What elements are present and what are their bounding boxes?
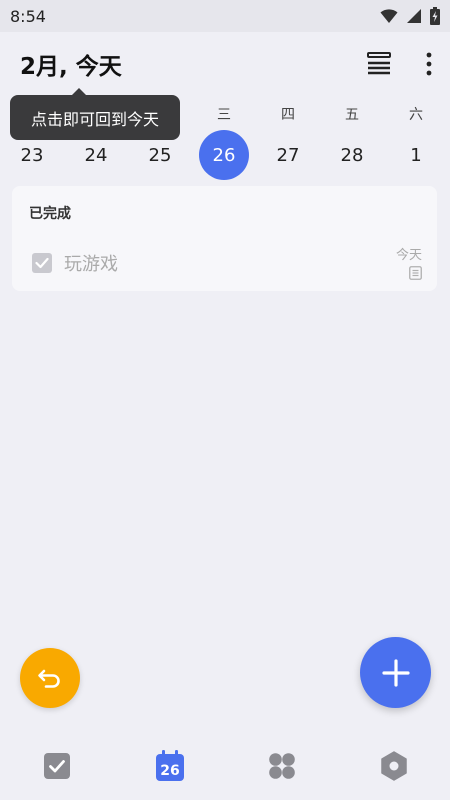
battery-icon [430, 7, 440, 25]
nav-widgets[interactable] [262, 746, 302, 786]
cellular-signal-icon [407, 9, 421, 23]
header-actions [366, 50, 432, 78]
day-number-selected: 26 [199, 130, 249, 180]
more-options-icon[interactable] [426, 52, 432, 76]
weekday-label: 三 [217, 107, 231, 123]
calendar-icon: 26 [156, 750, 184, 781]
note-icon [409, 266, 422, 280]
check-icon [35, 257, 49, 269]
nav-calendar[interactable]: 26 [150, 746, 190, 786]
day-number: 28 [340, 144, 364, 166]
four-leaf-grid-icon [269, 753, 295, 779]
task-meta: 今天 [396, 244, 422, 280]
page-title: 2月, 今天 [20, 54, 122, 80]
task-date: 今天 [395, 248, 422, 263]
task-item[interactable]: 玩游戏 [32, 250, 118, 276]
bottom-nav: 26 [0, 730, 450, 800]
weekday-label: 五 [345, 107, 359, 123]
undo-button[interactable] [20, 648, 80, 708]
status-bar: 8:54 [0, 0, 450, 32]
completed-section-title: 已完成 [29, 206, 71, 222]
add-task-button[interactable] [360, 637, 431, 708]
plus-icon [381, 658, 410, 687]
task-checkbox[interactable] [32, 253, 52, 273]
weekday-label: 四 [281, 107, 295, 123]
settings-hexagon-icon [381, 751, 407, 781]
nav-settings[interactable] [374, 746, 414, 786]
back-to-today-tooltip: 点击即可回到今天 [10, 88, 180, 140]
day-number: 27 [276, 144, 300, 166]
completed-section: 已完成 玩游戏 今天 [12, 186, 437, 291]
nav-tasks[interactable] [37, 746, 77, 786]
status-icons [380, 7, 440, 25]
day-cell[interactable]: 五 28 [320, 100, 384, 185]
day-cell[interactable]: 四 27 [256, 100, 320, 185]
day-cell-selected[interactable]: 三 26 [192, 100, 256, 185]
view-toggle-icon[interactable] [366, 50, 392, 78]
status-time: 8:54 [10, 6, 46, 26]
wifi-icon [380, 9, 398, 23]
day-number: 1 [410, 144, 422, 166]
undo-icon [38, 669, 60, 688]
day-cell[interactable]: 六 1 [384, 100, 448, 185]
task-title: 玩游戏 [64, 254, 118, 275]
tasks-checkbox-icon [44, 753, 70, 779]
calendar-icon-day: 26 [160, 763, 179, 779]
weekday-label: 六 [409, 107, 423, 123]
